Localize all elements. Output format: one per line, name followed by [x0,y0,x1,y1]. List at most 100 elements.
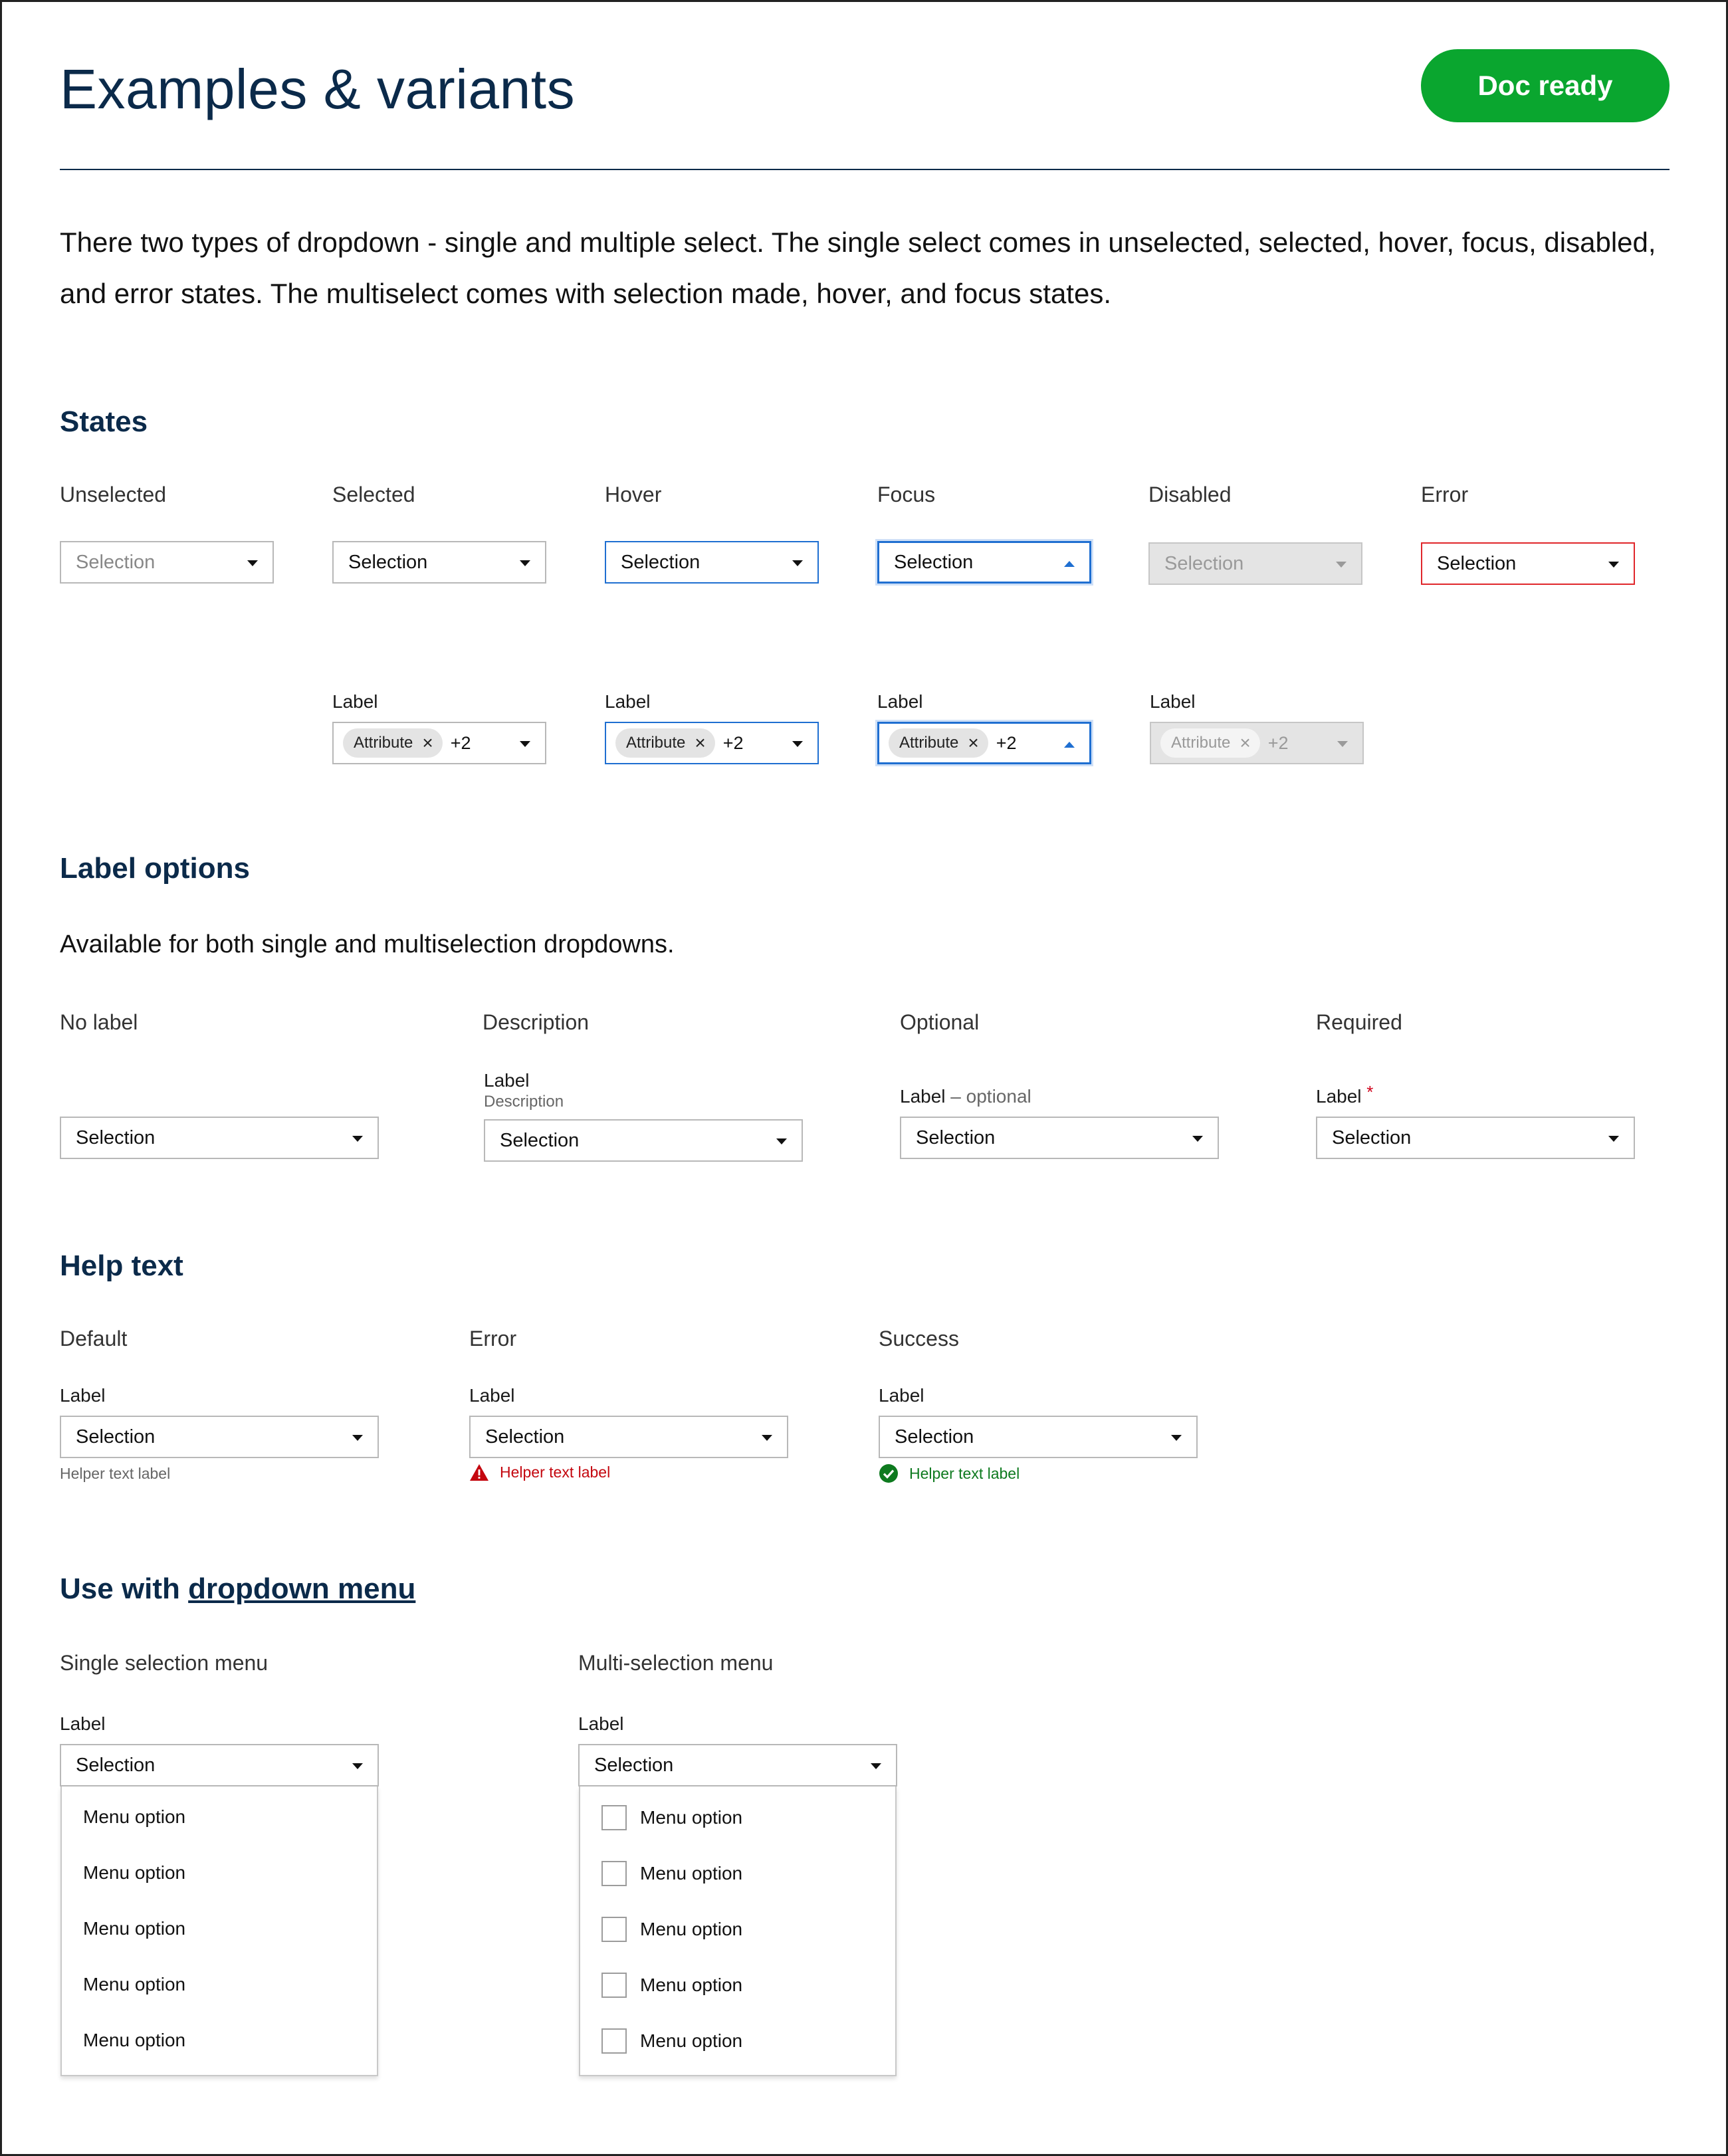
multi-label-focus: Label [877,691,923,712]
menu-item[interactable]: Menu option [83,1974,185,1995]
checkbox[interactable] [601,2028,627,2054]
dropdown-value: Selection [1332,1127,1412,1148]
multi-label-disabled: Label [1150,691,1196,712]
multiselect-hover[interactable]: Attribute × +2 [605,722,819,764]
field-label: Label [60,1713,106,1734]
field-description: Description [484,1093,564,1111]
menu-title-single: Single selection menu [60,1651,269,1675]
dropdown-with-description[interactable]: Selection [484,1119,803,1162]
helper-text-default: Helper text label [60,1465,171,1482]
state-title-unselected: Unselected [60,483,167,506]
multi-selection-menu: Menu option Menu option Menu option Menu… [579,1786,897,2076]
attribute-chip: Attribute × [615,728,715,758]
check-circle-icon [879,1464,898,1483]
dropdown-help-success[interactable]: Selection [879,1416,1198,1458]
caret-down-icon [352,1136,363,1142]
remove-icon[interactable]: × [422,734,433,752]
caret-down-icon [352,1763,363,1769]
menu-title-multi: Multi-selection menu [578,1651,774,1675]
state-title-error: Error [1421,483,1469,506]
dropdown-required[interactable]: Selection [1316,1117,1635,1159]
remove-icon[interactable]: × [968,734,978,752]
state-title-selected: Selected [332,483,415,506]
checkbox[interactable] [601,1917,627,1942]
section-heading-help-text: Help text [60,1249,183,1282]
field-label: Label [60,1385,106,1406]
dropdown-no-label[interactable]: Selection [60,1117,379,1159]
menu-item[interactable]: Menu option [601,1973,742,1998]
caret-down-icon [352,1435,363,1441]
menu-item[interactable]: Menu option [83,2030,185,2051]
caret-up-icon [1064,742,1075,748]
section-heading-label-options: Label options [60,852,250,885]
caret-down-icon [1336,562,1347,568]
section-heading-menu-usage: Use with dropdown menu [60,1572,415,1606]
dropdown-value: Selection [76,1127,156,1148]
checkbox[interactable] [601,1805,627,1830]
dropdown-disabled: Selection [1148,542,1362,585]
menu-item[interactable]: Menu option [601,2028,742,2054]
menu-item[interactable]: Menu option [601,1917,742,1942]
field-label: Label [484,1070,530,1091]
help-title-error: Error [469,1327,517,1350]
dropdown-hover[interactable]: Selection [605,541,819,584]
dropdown-value: Selection [1164,552,1244,574]
caret-down-icon [520,560,530,566]
required-asterisk: * [1366,1082,1374,1102]
dropdown-optional[interactable]: Selection [900,1117,1219,1159]
caret-down-icon [1192,1136,1203,1142]
menu-item-label: Menu option [640,1807,743,1828]
caret-down-icon [520,741,530,747]
dropdown-value: Selection [916,1127,996,1148]
menu-item[interactable]: Menu option [83,1862,185,1884]
field-label-optional: Label – optional [900,1086,1031,1107]
dropdown-focus[interactable]: Selection [877,541,1091,584]
dropdown-single-menu[interactable]: Selection [60,1744,379,1786]
single-selection-menu: Menu option Menu option Menu option Menu… [60,1786,378,2076]
multiselect-focus[interactable]: Attribute × +2 [877,722,1091,764]
caret-down-icon [762,1435,772,1441]
field-label: Label [879,1385,924,1406]
chip-overflow-count: +2 [996,732,1017,753]
field-label-required: Label * [1316,1082,1373,1107]
remove-icon[interactable]: × [695,734,705,752]
chip-text: Attribute [354,734,413,752]
label-option-title-description: Description [483,1010,590,1034]
menu-item[interactable]: Menu option [601,1805,742,1830]
dropdown-value: Selection [895,1426,974,1448]
intro-paragraph: There two types of dropdown - single and… [60,227,1656,309]
dropdown-value: Selection [76,1754,156,1776]
caret-down-icon [1337,741,1348,747]
section-heading-states: States [60,405,148,438]
header-divider [60,169,1670,170]
menu-item[interactable]: Menu option [601,1861,742,1886]
menu-item[interactable]: Menu option [83,1806,185,1828]
field-label: Label [469,1385,515,1406]
checkbox[interactable] [601,1861,627,1886]
dropdown-help-error[interactable]: Selection [469,1416,788,1458]
status-badge: Doc ready [1421,49,1670,122]
caret-up-icon [1064,561,1075,567]
helper-text: Helper text label [909,1464,1020,1482]
checkbox[interactable] [601,1973,627,1998]
state-title-hover: Hover [605,483,662,506]
dropdown-multi-menu[interactable]: Selection [578,1744,897,1786]
state-title-focus: Focus [877,483,936,506]
dropdown-selected[interactable]: Selection [332,541,546,584]
dropdown-menu-link[interactable]: dropdown menu [188,1572,415,1605]
attribute-chip: Attribute × [343,728,443,758]
menu-item[interactable]: Menu option [83,1918,185,1939]
menu-item-label: Menu option [640,1919,743,1939]
dropdown-unselected[interactable]: Selection [60,541,274,584]
dropdown-value: Selection [76,1426,156,1448]
attribute-chip: Attribute × [889,728,988,758]
multiselect-disabled: Attribute × +2 [1150,722,1364,764]
dropdown-help-default[interactable]: Selection [60,1416,379,1458]
caret-down-icon [1608,1136,1619,1142]
dropdown-value: Selection [500,1129,580,1151]
caret-down-icon [776,1138,787,1144]
menu-item-label: Menu option [640,1975,743,1995]
multiselect-selected[interactable]: Attribute × +2 [332,722,546,764]
dropdown-error[interactable]: Selection [1421,542,1635,585]
label-option-title-no-label: No label [60,1010,138,1034]
